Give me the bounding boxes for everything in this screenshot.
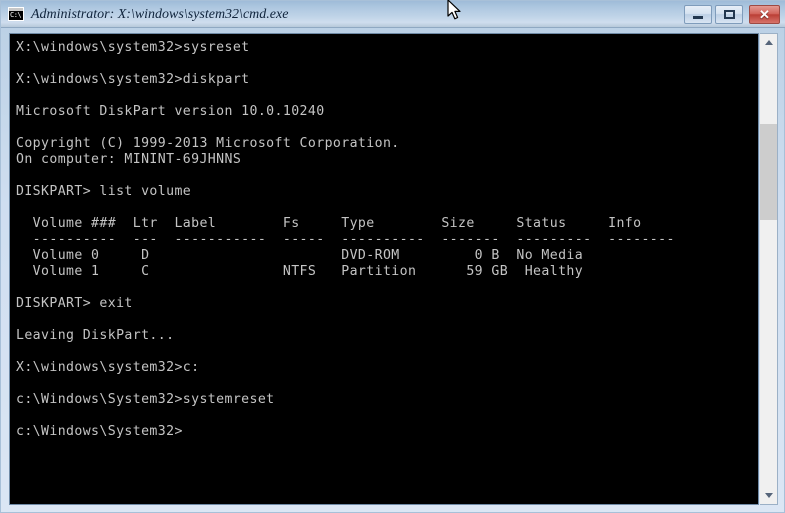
icon-prompt-glyph: C:\: [10, 11, 22, 19]
vertical-scrollbar[interactable]: [760, 33, 778, 505]
console-output-area[interactable]: X:\windows\system32>sysreset X:\windows\…: [9, 33, 759, 505]
minimize-icon: [685, 6, 711, 23]
window-titlebar[interactable]: C:\ Administrator: X:\windows\system32\c…: [1, 1, 785, 28]
console-text: X:\windows\system32>sysreset X:\windows\…: [16, 40, 675, 439]
close-button[interactable]: ✕: [749, 5, 780, 24]
minimize-button[interactable]: [684, 5, 712, 24]
window-title: Administrator: X:\windows\system32\cmd.e…: [31, 7, 289, 22]
close-glyph-label: ✕: [759, 7, 770, 22]
scrollbar-thumb[interactable]: [760, 124, 777, 220]
cmd-console-icon: C:\: [8, 7, 24, 21]
maximize-button[interactable]: [715, 5, 743, 24]
scroll-down-arrow-icon[interactable]: [760, 487, 777, 504]
close-icon: ✕: [750, 6, 779, 23]
scroll-up-arrow-icon[interactable]: [760, 34, 777, 51]
cmd-window: C:\ Administrator: X:\windows\system32\c…: [0, 0, 785, 513]
maximize-icon: [716, 6, 742, 23]
